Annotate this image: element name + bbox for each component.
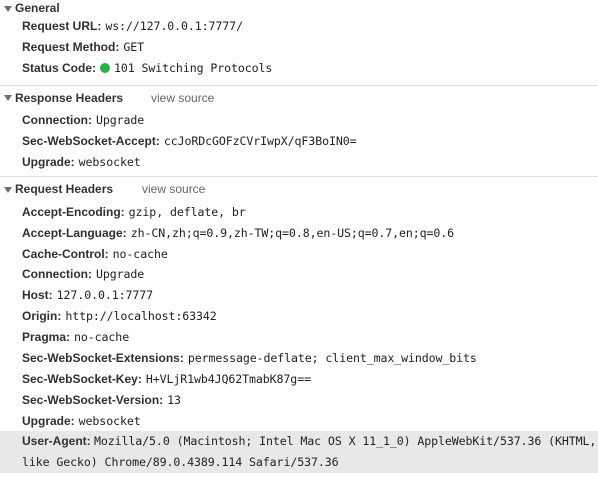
user-agent-row: User-Agent: Mozilla/5.0 (Macintosh; Inte… xyxy=(0,431,598,474)
header-row: Origin: http://localhost:63342 xyxy=(0,306,598,327)
header-value: no-cache xyxy=(74,330,130,345)
header-row: Accept-Encoding: gzip, deflate, br xyxy=(0,201,598,222)
header-row: Accept-Language: zh-CN,zh;q=0.9,zh-TW;q=0… xyxy=(0,222,598,243)
status-code-key: Status Code: xyxy=(22,61,97,76)
collapse-triangle-icon xyxy=(4,186,12,193)
user-agent-value: Mozilla/5.0 (Macintosh; Intel Mac OS X 1… xyxy=(22,434,597,470)
header-value: websocket xyxy=(78,413,141,428)
response-headers-section: Response Headers view source Connection:… xyxy=(0,86,598,177)
header-value: 13 xyxy=(167,392,181,407)
header-key: Upgrade: xyxy=(22,413,75,428)
header-row: Upgrade: websocket xyxy=(0,410,598,431)
header-key: Upgrade: xyxy=(22,154,75,169)
header-value: zh-CN,zh;q=0.9,zh-TW;q=0.8,en-US;q=0.7,e… xyxy=(130,225,455,240)
header-row: Connection: Upgrade xyxy=(0,110,598,131)
header-row: Pragma: no-cache xyxy=(0,327,598,348)
status-dot-icon xyxy=(100,63,111,74)
request-url-key: Request URL: xyxy=(22,19,102,34)
request-url-value: ws://127.0.0.1:7777/ xyxy=(105,19,243,34)
header-row: Upgrade: websocket xyxy=(0,151,598,172)
collapse-triangle-icon xyxy=(4,95,12,102)
general-header[interactable]: General xyxy=(0,0,598,16)
status-code-value: 101 Switching Protocols xyxy=(114,61,273,76)
header-key: Connection: xyxy=(22,267,92,282)
request-url-row: Request URL: ws://127.0.0.1:7777/ xyxy=(0,16,598,37)
response-view-source-link[interactable]: view source xyxy=(151,91,214,105)
general-section: General Request URL: ws://127.0.0.1:7777… xyxy=(0,0,598,85)
header-value: Upgrade xyxy=(96,267,145,282)
header-key: Accept-Encoding: xyxy=(22,204,125,219)
request-method-key: Request Method: xyxy=(22,40,120,55)
header-value: H+VLjR1wb4JQ62TmabK87g== xyxy=(145,371,311,386)
header-value: websocket xyxy=(78,154,141,169)
header-row: Connection: Upgrade xyxy=(0,264,598,285)
header-value: no-cache xyxy=(112,246,168,261)
header-value: http://localhost:63342 xyxy=(65,309,217,324)
header-row: Sec-WebSocket-Accept: ccJoRDcGOFzCVrIwpX/… xyxy=(0,131,598,152)
request-method-value: GET xyxy=(123,40,144,55)
header-value: Upgrade xyxy=(96,113,145,128)
header-key: Sec-WebSocket-Key: xyxy=(22,371,142,386)
collapse-triangle-icon xyxy=(4,5,12,12)
header-key: Connection: xyxy=(22,113,92,128)
status-code-row: Status Code: 101 Switching Protocols xyxy=(0,58,598,79)
header-row: Cache-Control: no-cache xyxy=(0,243,598,264)
request-view-source-link[interactable]: view source xyxy=(142,182,205,196)
header-key: Sec-WebSocket-Extensions: xyxy=(22,351,184,366)
header-row: Sec-WebSocket-Extensions: permessage-defl… xyxy=(0,348,598,369)
header-key: Cache-Control: xyxy=(22,246,109,261)
request-headers-header[interactable]: Request Headers view source xyxy=(0,177,598,201)
header-row: Sec-WebSocket-Key: H+VLjR1wb4JQ62TmabK87g… xyxy=(0,368,598,389)
header-key: Sec-WebSocket-Accept: xyxy=(22,134,160,148)
header-row: Host: 127.0.0.1:7777 xyxy=(0,285,598,306)
general-title: General xyxy=(15,1,60,15)
header-value: permessage-deflate; client_max_window_bi… xyxy=(187,351,477,366)
request-method-row: Request Method: GET xyxy=(0,37,598,58)
response-headers-title: Response Headers xyxy=(15,90,124,105)
header-key: Origin: xyxy=(22,309,62,324)
response-headers-header[interactable]: Response Headers view source xyxy=(0,86,598,110)
request-headers-title: Request Headers xyxy=(15,182,114,197)
header-value: gzip, deflate, br xyxy=(128,204,246,219)
user-agent-key: User-Agent: xyxy=(22,434,91,449)
header-value: 127.0.0.1:7777 xyxy=(56,288,153,303)
header-value: ccJoRDcGOFzCVrIwpX/qF3BoIN0= xyxy=(163,134,357,148)
request-headers-section: Request Headers view source Accept-Encod… xyxy=(0,177,598,474)
header-key: Sec-WebSocket-Version: xyxy=(22,392,164,407)
header-key: Accept-Language: xyxy=(22,225,127,240)
header-key: Pragma: xyxy=(22,330,71,345)
header-row: Sec-WebSocket-Version: 13 xyxy=(0,389,598,410)
header-key: Host: xyxy=(22,288,53,303)
